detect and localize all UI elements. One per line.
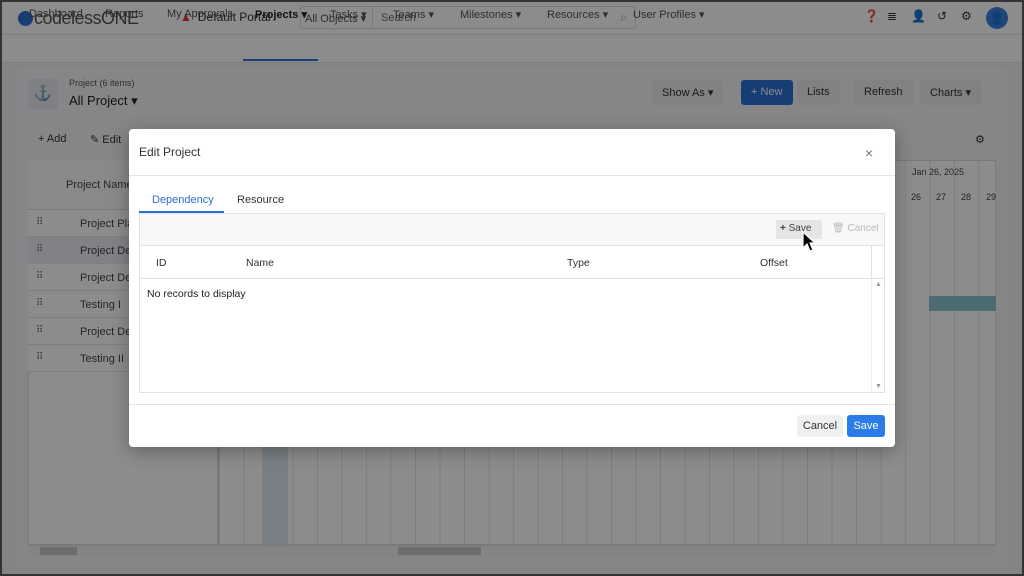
grid-toolbar: + Save 🗑 Cancel xyxy=(140,214,884,246)
dependency-grid: + Save 🗑 Cancel ID Name Type Offset No r… xyxy=(139,213,885,393)
dialog-title: Edit Project xyxy=(139,145,201,159)
tab-dependency[interactable]: Dependency xyxy=(152,194,214,206)
empty-message: No records to display xyxy=(147,288,246,300)
scroll-up-icon[interactable]: ▲ xyxy=(875,281,882,288)
grid-cancel-button[interactable]: 🗑 Cancel xyxy=(832,223,879,234)
grid-header: ID Name Type Offset xyxy=(140,246,884,279)
vertical-scrollbar[interactable]: ▲ ▼ xyxy=(871,279,884,392)
divider xyxy=(129,175,895,176)
scroll-down-icon[interactable]: ▼ xyxy=(875,383,882,390)
column-id[interactable]: ID xyxy=(156,257,167,269)
trash-icon: 🗑 xyxy=(832,223,845,234)
column-type[interactable]: Type xyxy=(567,257,590,269)
mouse-cursor-icon xyxy=(802,231,817,252)
cancel-button[interactable]: Cancel xyxy=(797,415,843,437)
plus-icon: + xyxy=(780,223,786,234)
divider xyxy=(129,404,895,405)
column-offset[interactable]: Offset xyxy=(760,257,788,269)
close-icon[interactable]: × xyxy=(865,145,873,161)
edit-project-dialog: Edit Project × Dependency Resource + Sav… xyxy=(129,129,895,447)
save-button[interactable]: Save xyxy=(847,415,885,437)
tab-resource[interactable]: Resource xyxy=(237,194,284,206)
column-name[interactable]: Name xyxy=(246,257,274,269)
divider xyxy=(871,246,872,279)
